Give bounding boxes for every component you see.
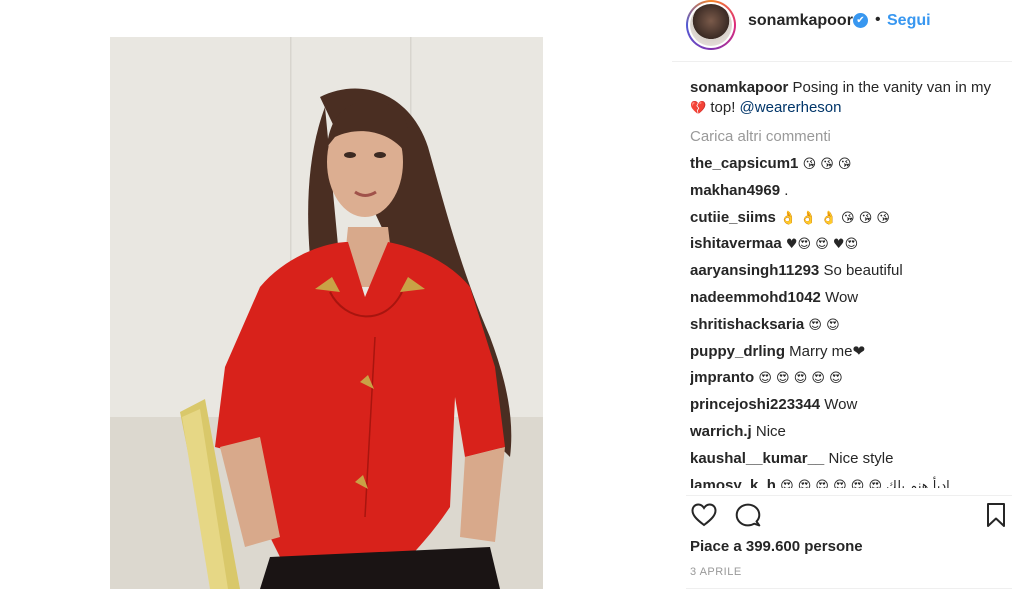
comment-text: Marry me❤ [789,342,866,360]
comment-username[interactable]: the_capsicum1 [690,155,798,172]
caption-username[interactable]: sonamkapoor [690,79,788,96]
comment-username[interactable]: kaushal__kumar__ [690,450,824,467]
comment-item: puppy_drling Marry me❤ [690,342,1008,369]
bookmark-icon[interactable] [982,501,1010,529]
comment-item: lamosy_k_h 😍 😍 😍 😍 😍 😍 ادبأ هنم ىلك [690,476,1008,488]
comment-item: the_capsicum1 😘 😘 😘 [690,154,1008,181]
comment-username[interactable]: cutiie_siims [690,209,776,226]
comment-item: ishitavermaa ♥😍 😍 ♥😍 [690,234,1008,261]
comment-item: aaryansingh11293 So beautiful [690,261,1008,288]
comment-text: ♥😍 😍 ♥😍 [785,237,859,253]
post-image-area [0,0,672,602]
broken-heart-emoji: 💔 [690,101,707,116]
avatar-image [690,4,732,46]
comment-text: 😘 😘 😘 [802,157,852,172]
post-actions-bar [690,501,1010,529]
comment-text: 😍 😍 😍 😍 😍 😍 ادبأ هنم ىلك [780,478,950,488]
comment-username[interactable]: princejoshi223344 [690,396,820,413]
caption-text-end: top! [706,99,736,116]
comment-username[interactable]: puppy_drling [690,343,785,360]
comment-username[interactable]: warrich.j [690,423,752,440]
follow-button[interactable]: Segui [887,12,931,30]
comment-text: Nice [755,422,786,440]
heart-icon[interactable] [690,501,718,529]
post-header: sonamkapoor ✔ • Segui [672,0,1012,62]
comment-username[interactable]: jmpranto [690,369,754,386]
header-separator: • [875,11,881,28]
comment-username[interactable]: makhan4969 [690,182,780,199]
bottom-divider [686,588,1012,589]
comment-text: Wow [825,288,859,306]
comment-username[interactable]: lamosy_k_h [690,477,776,488]
comment-text: 😍 😍 😍 😍 😍 [758,371,843,387]
comment-username[interactable]: aaryansingh11293 [690,262,819,279]
header-username[interactable]: sonamkapoor [748,12,853,30]
comment-item: jmpranto 😍 😍 😍 😍 😍 [690,368,1008,395]
comments-list[interactable]: sonamkapoor Posing in the vanity van in … [690,78,1008,488]
comment-text: . [784,181,789,199]
load-more-comments-link[interactable]: Carica altri commenti [690,127,1008,147]
comment-text: Wow [824,396,858,414]
comment-item: kaushal__kumar__ Nice style [690,449,1008,476]
photo-illustration [110,37,543,589]
actions-divider [686,495,1012,496]
comment-item: makhan4969 . [690,181,1008,208]
comment-item: warrich.j Nice [690,422,1008,449]
avatar[interactable] [686,0,736,50]
comment-username[interactable]: nadeemmohd1042 [690,289,821,306]
post-date: 3 APRILE [690,566,742,578]
caption-mention-link[interactable]: @wearerheson [740,99,842,116]
post-caption: sonamkapoor Posing in the vanity van in … [690,78,1008,119]
comment-item: princejoshi223344 Wow [690,395,1008,422]
comment-text: So beautiful [823,262,903,280]
verified-badge-icon: ✔ [853,13,868,28]
comment-item: nadeemmohd1042 Wow [690,288,1008,315]
comment-username[interactable]: shritishacksaria [690,316,804,333]
caption-text: Posing in the vanity van in my [792,79,991,96]
likes-count[interactable]: Piace a 399.600 persone [690,538,863,555]
post-photo[interactable] [110,37,543,589]
comment-text: 😍 😍 [808,317,840,333]
comment-icon[interactable] [734,501,762,529]
comment-text: 👌 👌 👌 😘 😘 😘 [780,210,890,226]
comment-item: shritishacksaria 😍 😍 [690,315,1008,342]
post-side-panel: sonamkapoor ✔ • Segui sonamkapoor Posing… [672,0,1024,602]
comment-text: Nice style [828,449,894,467]
comment-item: cutiie_siims 👌 👌 👌 😘 😘 😘 [690,208,1008,235]
comment-username[interactable]: ishitavermaa [690,235,782,252]
